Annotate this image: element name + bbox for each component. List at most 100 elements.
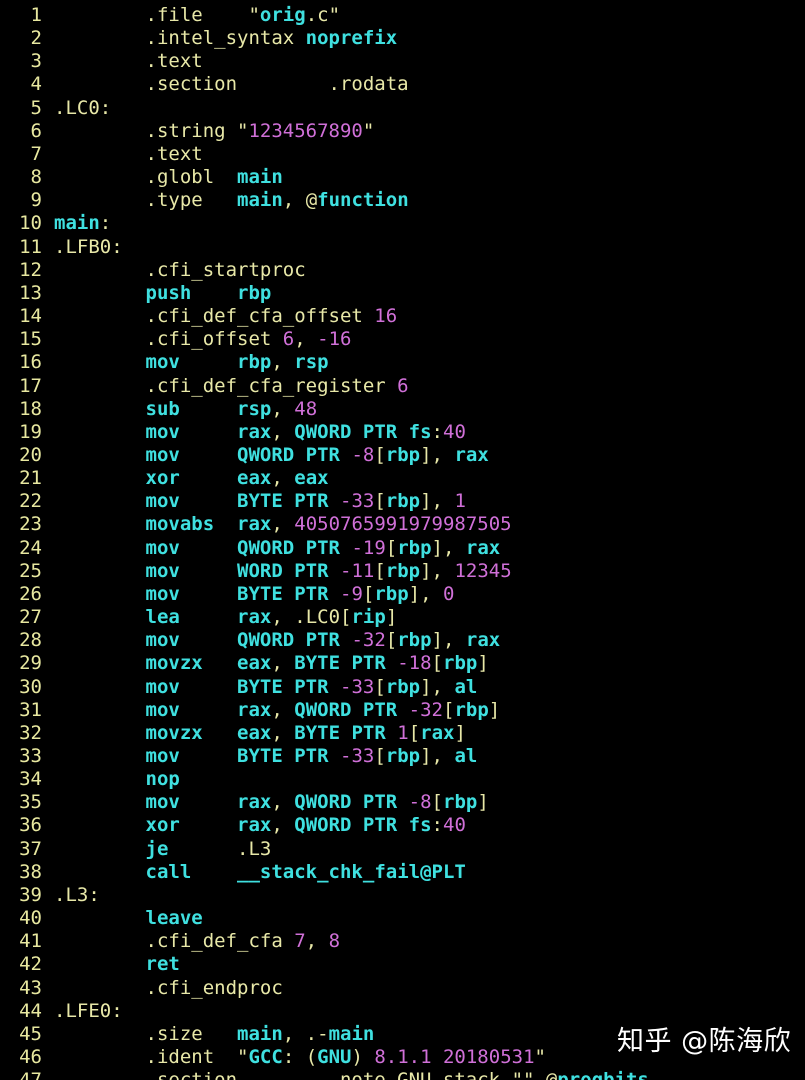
line-content: .LC0: xyxy=(42,97,111,120)
code-line[interactable]: 6 .string "1234567890" xyxy=(0,120,805,143)
code-line[interactable]: 21 xor eax, eax xyxy=(0,467,805,490)
token-num: -8 xyxy=(408,791,432,814)
token-reg: rbp xyxy=(237,281,272,304)
code-line[interactable]: 5 .LC0: xyxy=(0,97,805,120)
code-line[interactable]: 17 .cfi_def_cfa_register 6 xyxy=(0,375,805,398)
code-line[interactable]: 26 mov BYTE PTR -9[rbp], 0 xyxy=(0,583,805,606)
code-line[interactable]: 23 movabs rax, 4050765991979987505 xyxy=(0,513,805,536)
code-line[interactable]: 2 .intel_syntax noprefix xyxy=(0,27,805,50)
token-punct: [ xyxy=(374,559,386,582)
code-line[interactable]: 18 sub rsp, 48 xyxy=(0,398,805,421)
code-line[interactable]: 15 .cfi_offset 6, -16 xyxy=(0,328,805,351)
line-content: .string "1234567890" xyxy=(42,120,375,143)
code-line[interactable]: 29 movzx eax, BYTE PTR -18[rbp] xyxy=(0,652,805,675)
code-line[interactable]: 10 main: xyxy=(0,212,805,235)
token-num: -18 xyxy=(397,652,432,675)
token-num: 8 xyxy=(328,930,341,953)
code-line[interactable]: 42 ret xyxy=(0,953,805,976)
line-number: 12 xyxy=(19,258,42,281)
line-number: 20 xyxy=(19,443,42,466)
code-line[interactable]: 39 .L3: xyxy=(0,884,805,907)
code-line[interactable]: 30 mov BYTE PTR -33[rbp], al xyxy=(0,676,805,699)
code-line[interactable]: 13 push rbp xyxy=(0,282,805,305)
token-punct: ], xyxy=(420,745,455,767)
code-line[interactable]: 35 mov rax, QWORD PTR -8[rbp] xyxy=(0,791,805,814)
code-line[interactable]: 33 mov BYTE PTR -33[rbp], al xyxy=(0,745,805,768)
line-number: 30 xyxy=(19,675,42,698)
code-line[interactable]: 37 je .L3 xyxy=(0,838,805,861)
code-line[interactable]: 20 mov QWORD PTR -8[rbp], rax xyxy=(0,444,805,467)
token-num: 7 xyxy=(294,930,306,953)
token-dir: .text xyxy=(54,50,203,73)
line-content: .size main, .-main xyxy=(42,1023,375,1046)
token-punct: , xyxy=(271,652,295,675)
token-sym: orig xyxy=(259,4,306,26)
code-line[interactable]: 11 .LFB0: xyxy=(0,236,805,259)
code-line[interactable]: 31 mov rax, QWORD PTR -32[rbp] xyxy=(0,699,805,722)
code-line[interactable]: 9 .type main, @function xyxy=(0,189,805,212)
token-reg: rax xyxy=(237,698,272,721)
token-mnem: lea xyxy=(145,606,180,629)
code-line[interactable]: 4 .section .rodata xyxy=(0,73,805,96)
line-content: .LFE0: xyxy=(42,1000,123,1023)
token-mnem: mov xyxy=(145,629,180,652)
line-number: 41 xyxy=(19,930,42,953)
code-line[interactable]: 47 .section .note.GNU-stack,"",@progbits xyxy=(0,1069,805,1080)
token-num: 12345 xyxy=(454,559,512,582)
code-line[interactable]: 27 lea rax, .LC0[rip] xyxy=(0,606,805,629)
code-line[interactable]: 1 .file "orig.c" xyxy=(0,4,805,27)
code-line[interactable]: 34 nop xyxy=(0,768,805,791)
token-mnem: mov xyxy=(145,443,180,466)
code-line[interactable]: 14 .cfi_def_cfa_offset 16 xyxy=(0,305,805,328)
line-content: ret xyxy=(42,953,180,976)
code-line[interactable]: 32 movzx eax, BYTE PTR 1[rax] xyxy=(0,722,805,745)
token-dir: .text xyxy=(54,142,203,165)
token-punct: , xyxy=(271,698,295,721)
code-line[interactable]: 25 mov WORD PTR -11[rbp], 12345 xyxy=(0,560,805,583)
code-line[interactable]: 40 leave xyxy=(0,907,805,930)
code-line[interactable]: 38 call __stack_chk_fail@PLT xyxy=(0,861,805,884)
line-content: mov rax, QWORD PTR fs:40 xyxy=(42,421,466,444)
code-line[interactable]: 24 mov QWORD PTR -19[rbp], rax xyxy=(0,537,805,560)
code-line[interactable]: 16 mov rbp, rsp xyxy=(0,351,805,374)
line-number: 9 xyxy=(30,189,42,212)
token-mnem: mov xyxy=(145,698,180,721)
line-content: mov BYTE PTR -9[rbp], 0 xyxy=(42,582,455,606)
token-reg: rbp xyxy=(397,536,432,559)
code-line[interactable]: 19 mov rax, QWORD PTR fs:40 xyxy=(0,421,805,444)
token-mnem: movzx xyxy=(145,652,203,675)
token-punct: [ xyxy=(374,675,386,698)
code-line[interactable]: 43 .cfi_endproc xyxy=(0,977,805,1000)
line-number: 31 xyxy=(19,698,42,721)
token-punct: , xyxy=(271,397,295,420)
token-reg: BYTE PTR xyxy=(237,675,340,698)
code-line[interactable]: 8 .globl main xyxy=(0,166,805,189)
token-reg: rsp xyxy=(294,351,329,374)
token-num: 6 xyxy=(397,374,409,397)
code-line[interactable]: 7 .text xyxy=(0,143,805,166)
code-line[interactable]: 22 mov BYTE PTR -33[rbp], 1 xyxy=(0,490,805,513)
code-line[interactable]: 36 xor rax, QWORD PTR fs:40 xyxy=(0,814,805,837)
code-line[interactable]: 28 mov QWORD PTR -32[rbp], rax xyxy=(0,629,805,652)
code-line[interactable]: 12 .cfi_startproc xyxy=(0,259,805,282)
code-line[interactable]: 41 .cfi_def_cfa 7, 8 xyxy=(0,930,805,953)
token-reg: rbp xyxy=(443,791,478,814)
token-dir: .type xyxy=(54,189,238,212)
line-content: call __stack_chk_fail@PLT xyxy=(42,861,466,884)
token-reg: eax xyxy=(294,467,329,490)
token-reg: rbp xyxy=(237,351,272,374)
token-punct: ] xyxy=(454,721,466,744)
code-line[interactable]: 3 .text xyxy=(0,50,805,73)
token-reg: BYTE PTR xyxy=(237,582,340,605)
code-line[interactable]: 44 .LFE0: xyxy=(0,1000,805,1023)
token-punct: [ xyxy=(408,721,421,744)
